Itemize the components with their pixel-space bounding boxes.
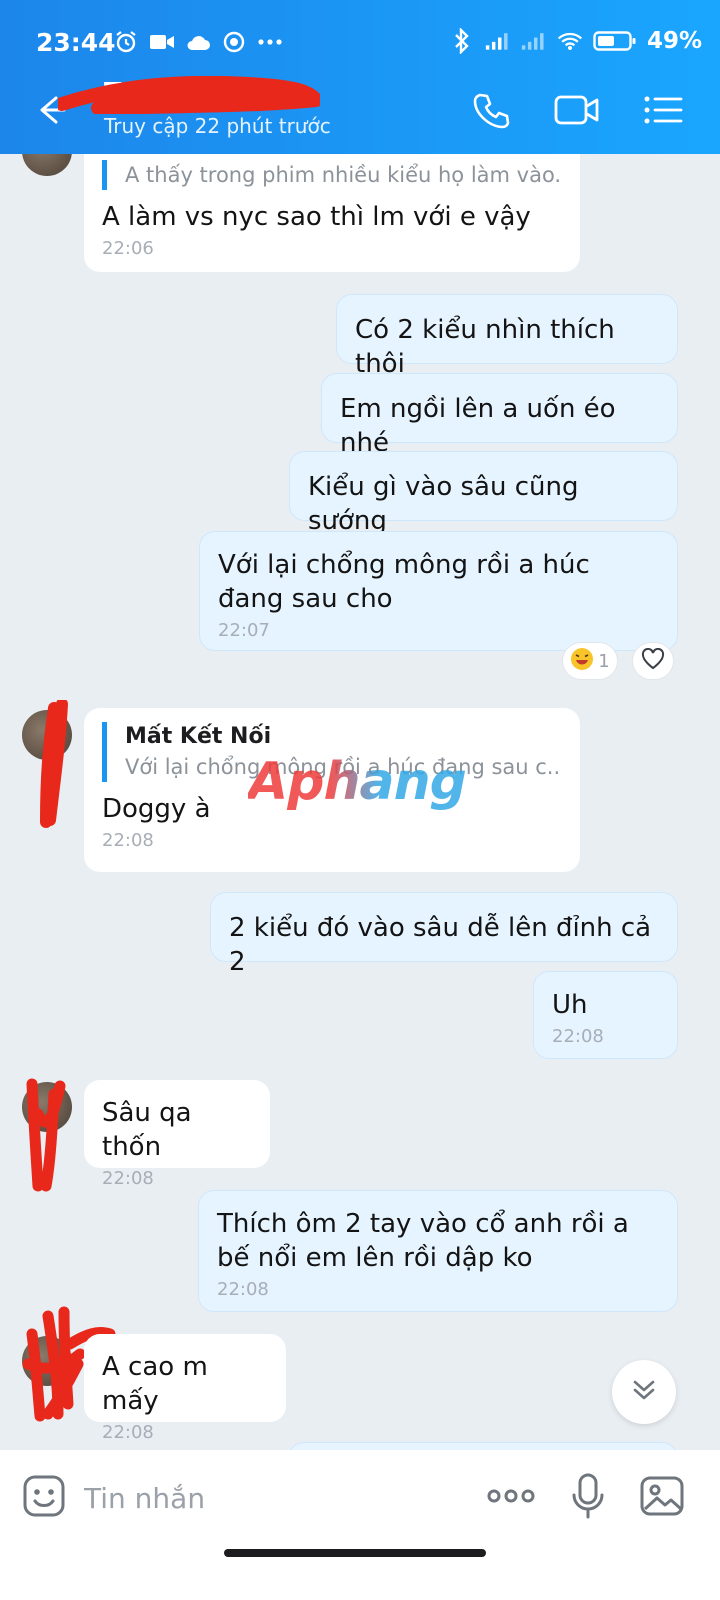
message-bubble-outgoing[interactable]: Với lại chổng mông rồi a húc đang sau ch… bbox=[199, 531, 678, 651]
image-icon bbox=[639, 1475, 685, 1521]
battery-percent: 49% bbox=[646, 28, 702, 54]
react-button[interactable] bbox=[632, 642, 674, 680]
battery-icon bbox=[593, 29, 637, 53]
last-seen-status: Truy cập 22 phút trước bbox=[104, 114, 331, 138]
image-picker-button[interactable] bbox=[638, 1474, 686, 1522]
alarm-icon bbox=[113, 30, 139, 54]
quoted-message[interactable]: A thấy trong phim nhiều kiểu họ làm vào.… bbox=[102, 160, 562, 190]
quoted-author: Mất Kết Nối bbox=[125, 724, 272, 749]
signal-icon bbox=[485, 29, 511, 53]
message-text: 2 kiểu đó vào sâu dễ lên đỉnh cả 2 bbox=[229, 913, 652, 977]
redaction-scribble bbox=[40, 700, 68, 828]
status-time: 23:44 bbox=[36, 28, 116, 57]
laughing-emoji-icon bbox=[570, 647, 594, 676]
reaction-count: 1 bbox=[598, 650, 610, 672]
message-text: Uh bbox=[552, 990, 588, 1020]
video-camera-icon bbox=[149, 30, 175, 54]
message-time: 22:07 bbox=[218, 620, 270, 641]
message-time: 22:08 bbox=[102, 830, 154, 851]
status-icons-left bbox=[113, 30, 283, 54]
message-bubble-outgoing[interactable]: Thích ôm 2 tay vào cổ anh rồi a bế nổi e… bbox=[198, 1190, 678, 1312]
video-call-icon bbox=[554, 93, 600, 131]
status-icons-right: 49% bbox=[449, 28, 702, 54]
vpn-icon bbox=[221, 30, 247, 54]
message-bubble-outgoing[interactable]: Có 2 kiểu nhìn thích thôi bbox=[336, 294, 678, 379]
message-bubble-incoming[interactable]: A thấy trong phim nhiều kiểu họ làm vào.… bbox=[84, 154, 580, 272]
message-bubble-outgoing[interactable]: Uh 22:08 bbox=[533, 971, 678, 1059]
home-indicator[interactable] bbox=[224, 1549, 486, 1557]
message-time: 22:08 bbox=[102, 1422, 154, 1443]
more-options-button[interactable] bbox=[484, 1474, 538, 1522]
chat-menu-button[interactable] bbox=[640, 90, 686, 134]
phone-icon bbox=[471, 90, 511, 134]
message-time: 22:06 bbox=[102, 238, 154, 259]
message-text: A cao m mấy bbox=[102, 1352, 208, 1416]
sticker-icon bbox=[22, 1474, 66, 1522]
message-text: Thích ôm 2 tay vào cổ anh rồi a bế nổi e… bbox=[217, 1209, 629, 1273]
cloud-icon bbox=[185, 30, 211, 54]
message-time: 22:08 bbox=[552, 1026, 604, 1047]
message-text: Kiểu gì vào sâu cũng sướng bbox=[308, 472, 579, 536]
sticker-button[interactable] bbox=[20, 1474, 68, 1522]
scroll-to-bottom-button[interactable] bbox=[612, 1360, 676, 1424]
signal-icon bbox=[521, 29, 547, 53]
voice-message-button[interactable] bbox=[564, 1473, 612, 1523]
message-bubble-incoming[interactable]: Sâu qa thốn 22:08 bbox=[84, 1080, 270, 1189]
reaction-badge[interactable]: 1 bbox=[562, 642, 618, 680]
redaction-scribble bbox=[26, 1078, 66, 1192]
video-call-button[interactable] bbox=[554, 90, 600, 134]
wifi-icon bbox=[557, 29, 583, 53]
message-text: A làm vs nyc sao thì lm với e vậy bbox=[102, 202, 531, 232]
bluetooth-icon bbox=[449, 28, 475, 54]
message-time: 22:08 bbox=[217, 1279, 269, 1300]
message-bubble-outgoing[interactable]: 2 kiểu đó vào sâu dễ lên đỉnh cả 2 bbox=[210, 892, 678, 977]
message-composer bbox=[0, 1450, 720, 1600]
status-bar: 23:44 49% bbox=[0, 0, 720, 68]
more-dots-icon bbox=[257, 30, 283, 54]
message-bubble-outgoing[interactable]: Kiểu gì vào sâu cũng sướng bbox=[289, 451, 678, 536]
phone-call-button[interactable] bbox=[468, 90, 514, 134]
name-redaction-scribble bbox=[58, 76, 320, 114]
microphone-icon bbox=[570, 1473, 606, 1523]
message-time: 22:08 bbox=[102, 1168, 154, 1189]
message-list[interactable]: A thấy trong phim nhiều kiểu họ làm vào.… bbox=[0, 154, 720, 1480]
more-icon bbox=[486, 1488, 536, 1508]
message-bubble-outgoing[interactable]: Em ngồi lên a uốn éo nhé bbox=[321, 373, 678, 458]
watermark-logo: Aphang bbox=[248, 752, 467, 812]
quoted-text: A thấy trong phim nhiều kiểu họ làm vào.… bbox=[125, 163, 562, 187]
message-bubble-incoming[interactable]: A cao m mấy 22:08 bbox=[84, 1334, 286, 1443]
menu-icon bbox=[643, 95, 683, 129]
message-text: Em ngồi lên a uốn éo nhé bbox=[340, 394, 616, 458]
message-text: Sâu qa thốn bbox=[102, 1098, 192, 1162]
chevron-double-down-icon bbox=[630, 1376, 658, 1408]
chat-header: T Truy cập 22 phút trước bbox=[0, 68, 720, 154]
message-input[interactable] bbox=[84, 1476, 464, 1520]
heart-icon bbox=[641, 647, 665, 675]
message-text: Có 2 kiểu nhìn thích thôi bbox=[355, 315, 615, 379]
message-text: Với lại chổng mông rồi a húc đang sau ch… bbox=[218, 550, 590, 614]
avatar[interactable] bbox=[22, 154, 72, 176]
